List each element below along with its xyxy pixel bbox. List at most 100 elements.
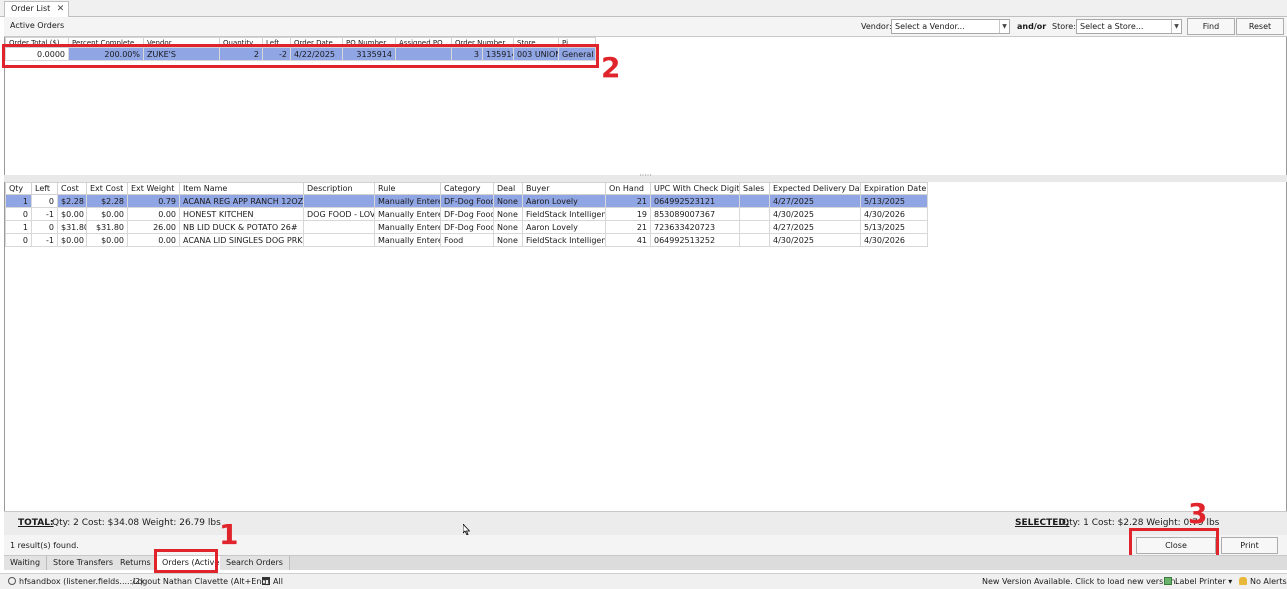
description-cell[interactable] [303, 194, 375, 208]
sales-cell[interactable] [739, 194, 770, 208]
new-version-link[interactable]: New Version Available. Click to load new… [982, 577, 1178, 586]
expected-delivery-cell[interactable]: 4/27/2025 [769, 194, 861, 208]
on-hand-cell[interactable]: 21 [605, 220, 651, 234]
column-header-item-name[interactable]: Item Name [179, 182, 304, 195]
ext-cost-cell[interactable]: $31.80 [86, 220, 128, 234]
column-header-qty[interactable]: Qty [5, 182, 32, 195]
tab-store-transfers[interactable]: Store Transfers [47, 556, 121, 570]
qty-cell[interactable]: 1 [5, 194, 32, 208]
close-icon[interactable]: ✕ [57, 2, 65, 16]
reset-button[interactable]: Reset [1236, 18, 1284, 35]
category-cell[interactable]: DF-Dog Food [440, 194, 494, 208]
ext-weight-cell[interactable]: 0.79 [127, 194, 180, 208]
buyer-cell[interactable]: FieldStack Intelligence [522, 233, 606, 247]
left-cell[interactable]: -1 [31, 233, 58, 247]
tab-search-orders[interactable]: Search Orders [220, 556, 290, 570]
expected-delivery-cell[interactable]: 4/27/2025 [769, 220, 861, 234]
description-cell[interactable]: DOG FOOD - LOVE [303, 207, 375, 221]
column-header-expiration[interactable]: Expiration Date [860, 182, 928, 195]
qty-cell[interactable]: 1 [5, 220, 32, 234]
description-cell[interactable] [303, 220, 375, 234]
table-row[interactable]: 0 -1 $0.00 $0.00 0.00 HONEST KITCHEN DOG FOOD … [5, 207, 928, 221]
upc-cell[interactable]: 853089007367 [650, 207, 740, 221]
cost-cell[interactable]: $2.28 [57, 194, 87, 208]
column-header-upc[interactable]: UPC With Check Digit [650, 182, 740, 195]
item-name-cell[interactable]: HONEST KITCHEN [179, 207, 304, 221]
column-header-description[interactable]: Description [303, 182, 375, 195]
column-header-left[interactable]: Left [31, 182, 58, 195]
chevron-down-icon[interactable]: ▼ [1171, 20, 1181, 33]
ext-weight-cell[interactable]: 0.00 [127, 207, 180, 221]
rule-cell[interactable]: Manually Entered [374, 207, 441, 221]
column-header-rule[interactable]: Rule [374, 182, 441, 195]
panel-splitter[interactable]: ····· [4, 172, 1287, 182]
description-cell[interactable] [303, 233, 375, 247]
column-header-ext-weight[interactable]: Ext Weight [127, 182, 180, 195]
expected-delivery-cell[interactable]: 4/30/2025 [769, 233, 861, 247]
sales-cell[interactable] [739, 220, 770, 234]
ext-cost-cell[interactable]: $0.00 [86, 207, 128, 221]
item-name-cell[interactable]: ACANA REG APP RANCH 12OZ [179, 194, 304, 208]
store-select[interactable]: Select a Store... ▼ [1076, 19, 1182, 34]
tab-order-list[interactable]: Order List ✕ [4, 1, 70, 17]
cost-cell[interactable]: $0.00 [57, 233, 87, 247]
table-row[interactable]: 1 0 $2.28 $2.28 0.79 ACANA REG APP RANCH 12OZ… [5, 194, 928, 208]
column-header-expected-delivery[interactable]: Expected Delivery Date [769, 182, 861, 195]
buyer-cell[interactable]: FieldStack Intelligence [522, 207, 606, 221]
rule-cell[interactable]: Manually Entered [374, 220, 441, 234]
qty-cell[interactable]: 0 [5, 207, 32, 221]
sales-cell[interactable] [739, 207, 770, 221]
chevron-down-icon[interactable]: ▼ [999, 20, 1009, 33]
expiration-cell[interactable]: 5/13/2025 [860, 220, 928, 234]
vendor-select[interactable]: Select a Vendor... ▼ [891, 19, 1010, 34]
buyer-cell[interactable]: Aaron Lovely [522, 194, 606, 208]
category-cell[interactable]: DF-Dog Food [440, 220, 494, 234]
ext-cost-cell[interactable]: $2.28 [86, 194, 128, 208]
on-hand-cell[interactable]: 41 [605, 233, 651, 247]
alerts-indicator[interactable]: No Alerts [1239, 577, 1287, 586]
on-hand-cell[interactable]: 19 [605, 207, 651, 221]
column-header-buyer[interactable]: Buyer [522, 182, 606, 195]
left-cell[interactable]: 0 [31, 194, 58, 208]
cost-cell[interactable]: $31.80 [57, 220, 87, 234]
expiration-cell[interactable]: 5/13/2025 [860, 194, 928, 208]
expiration-cell[interactable]: 4/30/2026 [860, 207, 928, 221]
cost-cell[interactable]: $0.00 [57, 207, 87, 221]
expiration-cell[interactable]: 4/30/2026 [860, 233, 928, 247]
deal-cell[interactable]: None [493, 207, 523, 221]
column-header-deal[interactable]: Deal [493, 182, 523, 195]
upc-cell[interactable]: 064992523121 [650, 194, 740, 208]
item-name-cell[interactable]: NB LID DUCK & POTATO 26# [179, 220, 304, 234]
print-button[interactable]: Print [1221, 537, 1278, 554]
ext-weight-cell[interactable]: 0.00 [127, 233, 180, 247]
expected-delivery-cell[interactable]: 4/30/2025 [769, 207, 861, 221]
label-printer-menu[interactable]: Label Printer ▾ [1164, 577, 1232, 586]
qty-cell[interactable]: 0 [5, 233, 32, 247]
item-name-cell[interactable]: ACANA LID SINGLES DOG PRK 25LB [179, 233, 304, 247]
store-filter[interactable]: All [262, 577, 283, 586]
ext-weight-cell[interactable]: 26.00 [127, 220, 180, 234]
deal-cell[interactable]: None [493, 233, 523, 247]
column-header-cost[interactable]: Cost [57, 182, 87, 195]
logout-link[interactable]: Logout Nathan Clavette (Alt+End) [133, 577, 270, 586]
sales-cell[interactable] [739, 233, 770, 247]
ext-cost-cell[interactable]: $0.00 [86, 233, 128, 247]
category-cell[interactable]: DF-Dog Food [440, 207, 494, 221]
table-row[interactable]: 1 0 $31.80 $31.80 26.00 NB LID DUCK & POTATO … [5, 220, 928, 234]
tab-waiting[interactable]: Waiting [4, 556, 48, 570]
buyer-cell[interactable]: Aaron Lovely [522, 220, 606, 234]
column-header-ext-cost[interactable]: Ext Cost [86, 182, 128, 195]
upc-cell[interactable]: 064992513252 [650, 233, 740, 247]
deal-cell[interactable]: None [493, 194, 523, 208]
category-cell[interactable]: Food [440, 233, 494, 247]
find-button[interactable]: Find [1187, 18, 1235, 35]
left-cell[interactable]: 0 [31, 220, 58, 234]
column-header-sales[interactable]: Sales [739, 182, 770, 195]
column-header-category[interactable]: Category [440, 182, 494, 195]
upc-cell[interactable]: 723633420723 [650, 220, 740, 234]
left-cell[interactable]: -1 [31, 207, 58, 221]
table-row[interactable]: 0 -1 $0.00 $0.00 0.00 ACANA LID SINGLES DOG P… [5, 233, 928, 247]
rule-cell[interactable]: Manually Entered [374, 233, 441, 247]
on-hand-cell[interactable]: 21 [605, 194, 651, 208]
deal-cell[interactable]: None [493, 220, 523, 234]
